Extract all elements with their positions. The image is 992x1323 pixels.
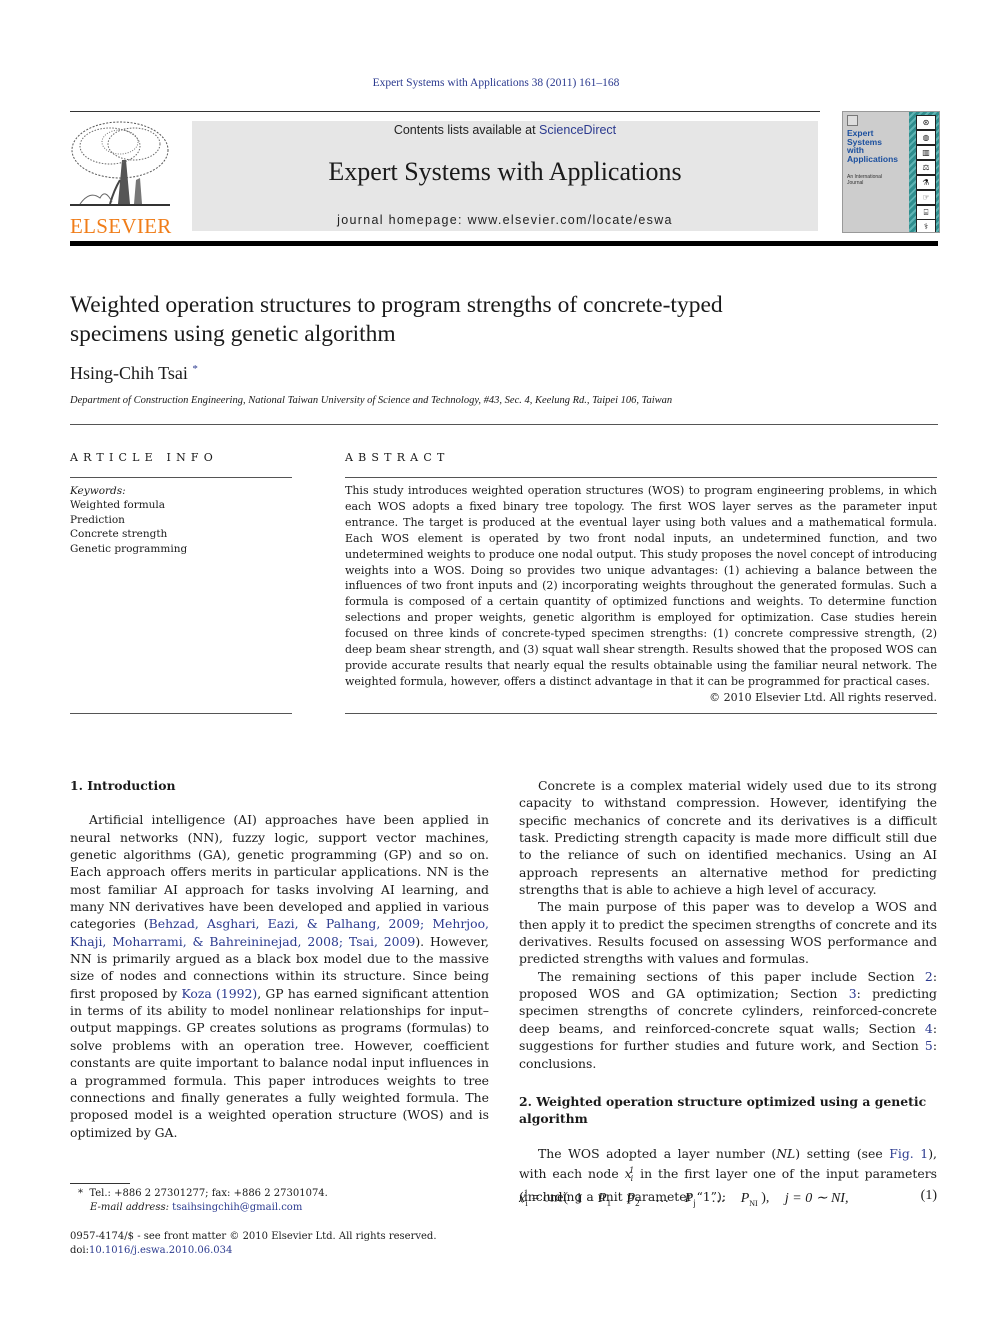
text: The WOS adopted a layer number ( xyxy=(538,1145,777,1161)
eq-term: P1 xyxy=(598,1190,612,1208)
abstract-heading: ABSTRACT xyxy=(345,451,450,464)
text: The remaining sections of this paper inc… xyxy=(538,968,925,984)
eq-term: Pj xyxy=(684,1190,696,1208)
title-block-rule xyxy=(70,424,938,425)
cover-instrument-icon: ⌸ xyxy=(916,205,936,220)
sciencedirect-link[interactable]: ScienceDirect xyxy=(539,123,616,137)
email-link[interactable]: tsaihsingchih@gmail.com xyxy=(172,1202,302,1213)
article-info-bottom-rule xyxy=(70,713,292,714)
keywords-label: Keywords: xyxy=(70,485,126,497)
abstract-copyright: © 2010 Elsevier Ltd. All rights reserved… xyxy=(709,690,937,704)
equation-range: j = 0 ∼ NI, xyxy=(784,1190,849,1206)
equation-func: = one( xyxy=(531,1190,569,1206)
contact-info: Tel.: +886 2 27301277; fax: +886 2 27301… xyxy=(89,1188,328,1199)
section-2-heading: 2. Weighted operation structure optimize… xyxy=(519,1093,927,1127)
section-link[interactable]: 5 xyxy=(925,1038,933,1053)
cover-title-line: Applications xyxy=(847,153,899,164)
eq-term: PNI xyxy=(740,1190,758,1208)
cover-caduceus-icon: ⚕ xyxy=(916,219,936,232)
section-link[interactable]: 2 xyxy=(925,969,933,984)
abstract-text: This study introduces weighted operation… xyxy=(345,484,937,688)
cover-subtitle: An International Journal xyxy=(847,174,882,186)
cover-microscope-icon: ⚗ xyxy=(916,175,936,190)
cover-bar-chart-icon: ▥ xyxy=(916,145,936,160)
cover-scales-icon: ⚖ xyxy=(916,160,936,175)
author-footnote: * Tel.: +886 2 27301277; fax: +886 2 273… xyxy=(78,1187,328,1215)
footnote-mark: * xyxy=(78,1188,90,1199)
corresponding-author-mark[interactable]: * xyxy=(192,363,198,375)
eq-term: … xyxy=(711,1190,726,1206)
equation-1: xi1 = one( 1 P1 P2 … Pj … PNI ), j = 0 ∼… xyxy=(519,1188,937,1207)
doi-link[interactable]: 10.1016/j.eswa.2010.06.034 xyxy=(89,1245,232,1256)
article-title-line: Weighted operation structures to program… xyxy=(70,292,723,318)
elsevier-logo[interactable]: ELSEVIER xyxy=(70,120,172,237)
contents-line: Contents lists available at ScienceDirec… xyxy=(192,123,818,137)
running-head[interactable]: Expert Systems with Applications 38 (201… xyxy=(0,77,992,89)
affiliation: Department of Construction Engineering, … xyxy=(70,395,673,406)
journal-cover[interactable]: Expert Systems with Applications An Inte… xyxy=(842,111,940,233)
eq-term: P2 xyxy=(626,1190,640,1208)
eq-term: 1 xyxy=(575,1190,583,1206)
intro-paragraph: Artificial intelligence (AI) approaches … xyxy=(70,811,489,1141)
intro-text: , GP has earned significant attention in… xyxy=(70,985,489,1140)
contents-prefix: Contents lists available at xyxy=(393,123,540,137)
citation-link-koza[interactable]: Koza (1992) xyxy=(182,986,258,1001)
cover-elsevier-badge-icon xyxy=(847,115,858,126)
keyword: Concrete strength xyxy=(70,528,168,541)
paragraph: The main purpose of this paper was to de… xyxy=(519,899,937,967)
article-info-heading: ARTICLE INFO xyxy=(70,451,218,464)
keyword: Genetic programming xyxy=(70,542,188,555)
article-title: Weighted operation structures to program… xyxy=(70,291,890,349)
issn-line: 0957-4174/$ - see front matter © 2010 El… xyxy=(70,1231,437,1242)
keywords-list: Keywords: Weighted formula Prediction Co… xyxy=(70,484,187,556)
front-matter: 0957-4174/$ - see front matter © 2010 El… xyxy=(70,1230,437,1258)
figure-link[interactable]: Fig. 1 xyxy=(889,1146,928,1161)
elsevier-wordmark: ELSEVIER xyxy=(70,214,172,238)
left-column: 1. Introduction Artificial intelligence … xyxy=(70,777,489,1141)
journal-homepage[interactable]: journal homepage: www.elsevier.com/locat… xyxy=(192,213,818,227)
elsevier-tree-icon xyxy=(70,121,170,206)
article-info-rule xyxy=(70,477,292,478)
section-link[interactable]: 3 xyxy=(849,986,857,1001)
intro-text: Artificial intelligence (AI) approaches … xyxy=(70,812,489,932)
keyword: Prediction xyxy=(70,513,125,526)
author: Hsing-Chih Tsai * xyxy=(70,363,198,384)
cover-title: Expert Systems with Applications xyxy=(847,129,898,163)
text: ) setting (see xyxy=(795,1145,890,1161)
equation-lhs: xi1 xyxy=(519,1188,529,1208)
journal-masthead: Contents lists available at ScienceDirec… xyxy=(192,121,818,231)
math-variable: xi1 xyxy=(624,1165,635,1184)
paragraph: Concrete is a complex material widely us… xyxy=(519,778,937,898)
abstract-body: This study introduces weighted operation… xyxy=(345,483,937,706)
abstract-bottom-rule xyxy=(345,713,937,714)
cover-hand-icon: ☞ xyxy=(916,190,936,205)
section-1-heading: 1. Introduction xyxy=(70,778,176,793)
doi-label: doi: xyxy=(70,1245,89,1256)
eq-term: … xyxy=(655,1190,670,1206)
email-label: E-mail address: xyxy=(90,1202,169,1213)
math-symbol: NL xyxy=(776,1145,796,1161)
author-name[interactable]: Hsing-Chih Tsai xyxy=(70,363,188,383)
section-link[interactable]: 4 xyxy=(925,1021,933,1036)
cover-steering-wheel-icon: ⊛ xyxy=(916,115,936,130)
cover-subtitle-line: Journal xyxy=(847,180,864,186)
equation-number: (1) xyxy=(920,1188,937,1203)
abstract-rule xyxy=(345,477,937,478)
journal-title: Expert Systems with Applications xyxy=(328,157,682,186)
paragraph: The remaining sections of this paper inc… xyxy=(519,968,937,1072)
header-top-rule xyxy=(70,111,820,112)
keyword: Weighted formula xyxy=(70,499,166,512)
equation-close: ), xyxy=(761,1190,770,1206)
cover-globe-icon: ◍ xyxy=(916,130,936,145)
right-column: Concrete is a complex material widely us… xyxy=(519,777,937,1205)
footnote-rule xyxy=(70,1183,130,1184)
article-title-line: specimens using genetic algorithm xyxy=(70,321,396,347)
header-thick-rule xyxy=(70,241,938,246)
